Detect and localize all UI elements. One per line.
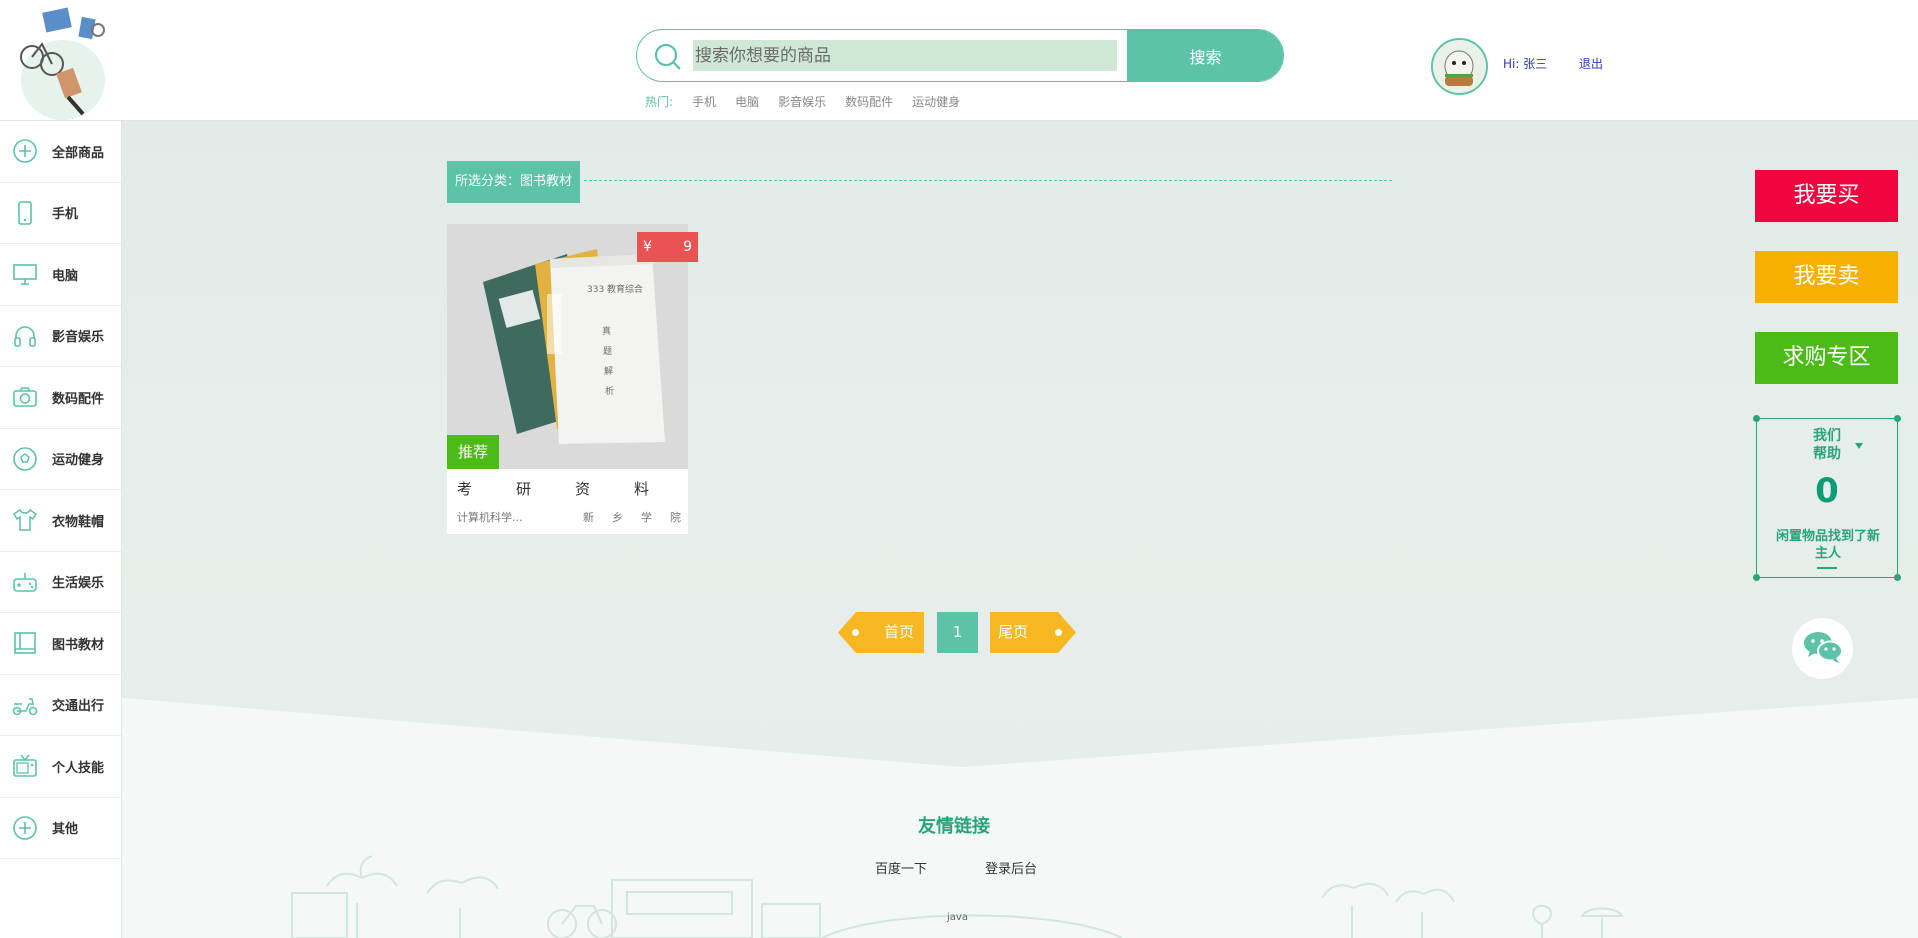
hot-keywords: 热门: 手机 电脑 影音娱乐 数码配件 运动健身 (645, 93, 960, 110)
plus-circle-icon (12, 815, 38, 841)
product-meta: 计算机科学... 新乡学院 (457, 509, 681, 525)
price-tag: ¥ 9 (637, 232, 698, 262)
search-icon (653, 42, 683, 72)
wechat-icon (1802, 628, 1844, 670)
monitor-icon (12, 261, 38, 287)
search-input[interactable] (693, 40, 1117, 71)
product-card[interactable]: 333 教育综合 真 题 解 析 ¥ 9 推荐 考研资料 计算机科学... 新乡… (447, 224, 698, 534)
product-title[interactable]: 考研资料 (457, 478, 679, 499)
sidebar-item-label: 全部商品 (52, 145, 105, 161)
first-page-button[interactable]: 首页 (838, 612, 924, 653)
category-sidebar: 全部商品 手机 电脑 影音娱乐 数码配件 运动健身 衣物鞋帽 生活娱乐 图书教材… (0, 121, 122, 938)
friend-links: 百度一下 登录后台 (875, 858, 1037, 877)
recommend-badge: 推荐 (447, 435, 499, 469)
sidebar-item-label: 个人技能 (52, 760, 105, 776)
tv-icon (12, 753, 38, 779)
hot-keyword-phone[interactable]: 手机 (692, 93, 716, 110)
pager-dot-icon (852, 629, 859, 636)
sidebar-item-label: 交通出行 (52, 699, 105, 715)
sidebar-item-all[interactable]: 全部商品 (0, 121, 121, 183)
svg-text:题: 题 (603, 346, 612, 357)
book-icon (12, 630, 38, 656)
svg-text:析: 析 (605, 385, 614, 397)
help-divider (1817, 567, 1837, 569)
sidebar-item-label: 电脑 (52, 268, 79, 284)
phone-icon (12, 200, 38, 226)
help-count: 0 (1815, 471, 1839, 511)
sidebar-item-label: 衣物鞋帽 (52, 514, 105, 530)
scooter-icon (12, 692, 38, 718)
sidebar-item-skills[interactable]: 个人技能 (0, 736, 121, 798)
corner-dot-icon (1753, 574, 1760, 581)
sell-button[interactable]: 我要卖 (1755, 251, 1898, 303)
help-title: 我们帮助 (1813, 428, 1841, 462)
sidebar-item-life[interactable]: 生活娱乐 (0, 552, 121, 613)
sidebar-item-computer[interactable]: 电脑 (0, 244, 121, 306)
avatar[interactable] (1431, 38, 1488, 95)
headphones-icon (12, 323, 38, 349)
camera-icon (12, 384, 38, 410)
sidebar-item-sports[interactable]: 运动健身 (0, 429, 121, 490)
buy-button[interactable]: 我要买 (1755, 170, 1898, 222)
hot-keyword-media[interactable]: 影音娱乐 (778, 93, 826, 110)
corner-dot-icon (1894, 415, 1901, 422)
logout-link[interactable]: 退出 (1579, 55, 1603, 72)
pager-dot-icon (1055, 629, 1062, 636)
svg-text:真: 真 (602, 325, 611, 337)
sidebar-item-label: 图书教材 (52, 637, 105, 653)
friend-link-baidu[interactable]: 百度一下 (875, 858, 927, 877)
sidebar-item-transport[interactable]: 交通出行 (0, 675, 121, 736)
help-stats-box: 我们帮助 0 闲置物品找到了新主人 (1753, 415, 1901, 581)
wanted-area-button[interactable]: 求购专区 (1755, 332, 1898, 384)
sidebar-item-clothing[interactable]: 衣物鞋帽 (0, 490, 121, 552)
wechat-button[interactable] (1792, 618, 1853, 679)
user-greeting: Hi: 张三 (1503, 55, 1547, 72)
friend-links-title: 友情链接 (918, 816, 990, 837)
header: 搜索 热门: 手机 电脑 影音娱乐 数码配件 运动健身 Hi: 张三 退出 (0, 0, 1918, 121)
sidebar-item-label: 影音娱乐 (52, 330, 105, 346)
help-text: 闲置物品找到了新主人 (1775, 529, 1880, 561)
sidebar-item-books[interactable]: 图书教材 (0, 613, 121, 675)
footer-illustration (122, 698, 1918, 938)
soccer-ball-icon (12, 446, 38, 472)
current-page-button[interactable]: 1 (937, 612, 978, 653)
site-logo[interactable] (8, 2, 118, 120)
sidebar-item-label: 数码配件 (52, 391, 105, 407)
sidebar-item-label: 运动健身 (52, 453, 105, 469)
currency-symbol: ¥ (643, 239, 652, 255)
sidebar-item-label: 其他 (52, 822, 79, 838)
corner-dot-icon (1894, 574, 1901, 581)
friend-link-admin-login[interactable]: 登录后台 (985, 858, 1037, 877)
shirt-icon (12, 507, 38, 533)
svg-text:解: 解 (604, 365, 613, 377)
sidebar-item-other[interactable]: 其他 (0, 798, 121, 859)
last-page-button[interactable]: 尾页 (990, 612, 1076, 653)
user-name[interactable]: 张三 (1523, 57, 1547, 71)
hot-keyword-digital[interactable]: 数码配件 (845, 93, 893, 110)
search-box: 搜索 (636, 29, 1284, 82)
greeting-prefix: Hi: (1503, 57, 1520, 71)
selected-category-tag: 所选分类：图书教材 (447, 161, 581, 203)
product-school: 新乡学院 (583, 511, 699, 524)
sidebar-item-label: 手机 (52, 207, 79, 223)
caret-down-icon (1855, 443, 1863, 449)
category-divider (584, 180, 1392, 181)
sidebar-item-label: 生活娱乐 (52, 576, 105, 592)
hot-keyword-computer[interactable]: 电脑 (735, 93, 759, 110)
hot-keyword-sports[interactable]: 运动健身 (912, 93, 960, 110)
sidebar-item-media[interactable]: 影音娱乐 (0, 306, 121, 367)
main-content: 所选分类：图书教材 333 教育综合 真 题 解 析 ¥ 9 推荐 考研资料 计… (122, 121, 1918, 938)
sidebar-item-phone[interactable]: 手机 (0, 183, 121, 244)
svg-text:333 教育综合: 333 教育综合 (587, 283, 643, 295)
search-button[interactable]: 搜索 (1127, 30, 1283, 81)
sidebar-item-digital[interactable]: 数码配件 (0, 367, 121, 429)
price-value: 9 (683, 239, 692, 255)
gamepad-icon (12, 569, 38, 595)
product-category: 计算机科学... (457, 511, 523, 524)
hot-label: 热门: (645, 95, 674, 109)
corner-dot-icon (1753, 415, 1760, 422)
footer-note: java (947, 912, 968, 923)
plus-circle-icon (12, 138, 38, 164)
